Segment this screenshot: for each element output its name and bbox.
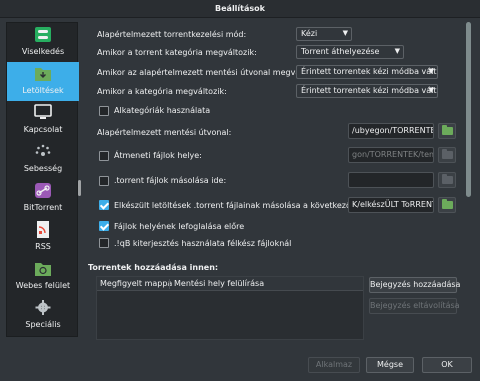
watched-folders-table[interactable]: Megfigyelt mappa Mentési hely felülírása xyxy=(96,276,364,340)
chevron-down-icon: ▼ xyxy=(394,47,400,55)
temp-path-checkbox[interactable] xyxy=(99,151,109,161)
mode-label: Alapértelmezett torrentkezelési mód: xyxy=(97,30,247,39)
sidebar-scrollbar[interactable] xyxy=(78,180,81,196)
column-header-watched-folder[interactable]: Megfigyelt mappa xyxy=(100,279,172,288)
category-path-change-label: Amikor a kategória megváltozik: xyxy=(97,87,227,96)
incomplete-ext-checkbox[interactable] xyxy=(99,238,109,248)
sidebar-item-advanced[interactable]: Speciális xyxy=(7,296,79,335)
chevron-down-icon: ▼ xyxy=(342,29,348,37)
sidebar-item-downloads[interactable]: Letöltések xyxy=(7,62,79,101)
preallocate-label: Fájlok helyének lefoglalása előre xyxy=(114,222,245,231)
category-change-combo[interactable]: Torrent áthelyezése ▼ xyxy=(296,45,404,59)
remove-entry-button[interactable]: Bejegyzés eltávolítása xyxy=(369,298,460,314)
category-path-change-value: Érintett torrentek kézi módba váltász xyxy=(301,86,438,95)
gear-icon xyxy=(35,300,51,315)
mode-combo[interactable]: Kézi ▼ xyxy=(296,27,352,41)
column-divider xyxy=(169,279,170,289)
sidebar-item-label: Sebesség xyxy=(23,164,63,173)
chevron-down-icon: ▼ xyxy=(428,67,434,75)
rss-icon xyxy=(37,221,49,238)
toggle-icon xyxy=(35,27,51,42)
copy-finished-checkbox[interactable] xyxy=(99,200,109,210)
sidebar-item-bittorrent[interactable]: BitTorrent xyxy=(7,179,79,218)
sidebar-item-label: RSS xyxy=(35,242,51,251)
copy-torrent-checkbox[interactable] xyxy=(99,176,109,186)
category-change-value: Torrent áthelyezése xyxy=(301,47,380,56)
copy-finished-label: Elkészült letöltések .torrent fájlainak … xyxy=(114,201,382,210)
ok-button[interactable]: OK xyxy=(422,357,472,373)
default-save-path-input[interactable]: /ubyegon/TORRENTEK/ xyxy=(348,123,434,139)
default-path-change-value: Érintett torrentek kézi módba váltász xyxy=(301,67,438,76)
add-entry-button[interactable]: Bejegyzés hozzáadása xyxy=(369,277,460,293)
folder-download-icon xyxy=(35,68,51,81)
sidebar-item-label: Letöltések xyxy=(22,86,64,95)
default-path-change-label: Amikor az alapértelmezett mentési útvona… xyxy=(97,68,325,77)
sidebar-item-rss[interactable]: RSS xyxy=(7,218,79,257)
temp-path-browse-button[interactable] xyxy=(438,147,456,163)
sidebar-item-label: Webes felület xyxy=(15,281,71,290)
temp-path-label: Átmeneti fájlok helye: xyxy=(114,151,202,160)
sidebar-item-connection[interactable]: Kapcsolat xyxy=(7,101,79,140)
use-subcategories-label: Alkategóriák használata xyxy=(114,106,211,115)
speed-icon xyxy=(35,144,51,156)
category-change-label: Amikor a torrent kategória megváltozik: xyxy=(97,48,257,57)
watched-section-title: Torrentek hozzáadása innen: xyxy=(88,263,219,272)
copy-torrent-browse-button[interactable] xyxy=(438,172,456,188)
monitor-icon xyxy=(34,104,52,119)
preallocate-checkbox[interactable] xyxy=(99,221,109,231)
folder-icon xyxy=(442,199,453,209)
folder-icon xyxy=(442,149,453,159)
chevron-down-icon: ▼ xyxy=(428,86,434,94)
bittorrent-icon xyxy=(35,183,51,198)
sidebar-item-label: Speciális xyxy=(25,320,61,329)
sidebar-item-label: Viselkedés xyxy=(21,47,65,56)
cancel-button[interactable]: Mégse xyxy=(366,357,414,373)
window-title: Beállítások xyxy=(215,4,265,13)
content-scrollbar[interactable] xyxy=(466,22,471,197)
web-ui-icon xyxy=(35,263,51,276)
category-path-change-combo[interactable]: Érintett torrentek kézi módba váltász ▼ xyxy=(296,84,438,98)
folder-icon xyxy=(442,125,453,135)
default-save-path-label: Alapértelmezett mentési útvonal: xyxy=(97,128,232,137)
column-header-save-override[interactable]: Mentési hely felülírása xyxy=(174,279,264,288)
default-path-change-combo[interactable]: Érintett torrentek kézi módba váltász ▼ xyxy=(296,65,438,79)
copy-torrent-label: .torrent fájlok másolása ide: xyxy=(114,176,227,185)
sidebar-item-speed[interactable]: Sebesség xyxy=(7,140,79,179)
default-save-path-browse-button[interactable] xyxy=(438,123,456,139)
temp-path-input[interactable]: gon/TORRENTEK/temp/ xyxy=(348,147,434,163)
folder-icon xyxy=(442,174,453,184)
mode-combo-value: Kézi xyxy=(301,29,318,38)
sidebar-item-web-ui[interactable]: Webes felület xyxy=(7,257,79,296)
settings-sidebar: Viselkedés Letöltések Kapcsolat Sebesség xyxy=(6,22,79,337)
use-subcategories-checkbox[interactable] xyxy=(99,106,109,116)
title-bar: Beállítások xyxy=(0,0,480,18)
table-header: Megfigyelt mappa Mentési hely felülírása xyxy=(97,277,363,291)
apply-button[interactable]: Alkalmaz xyxy=(308,357,360,373)
sidebar-item-behavior[interactable]: Viselkedés xyxy=(7,23,79,62)
copy-finished-input[interactable]: K/elkészÜLT ToRRENTEK xyxy=(348,197,434,213)
sidebar-item-label: Kapcsolat xyxy=(23,125,63,134)
sidebar-item-label: BitTorrent xyxy=(23,203,63,212)
incomplete-ext-label: .!qB kiterjesztés használata félkész fáj… xyxy=(114,239,292,248)
copy-finished-browse-button[interactable] xyxy=(438,197,456,213)
copy-torrent-input[interactable] xyxy=(348,172,434,188)
